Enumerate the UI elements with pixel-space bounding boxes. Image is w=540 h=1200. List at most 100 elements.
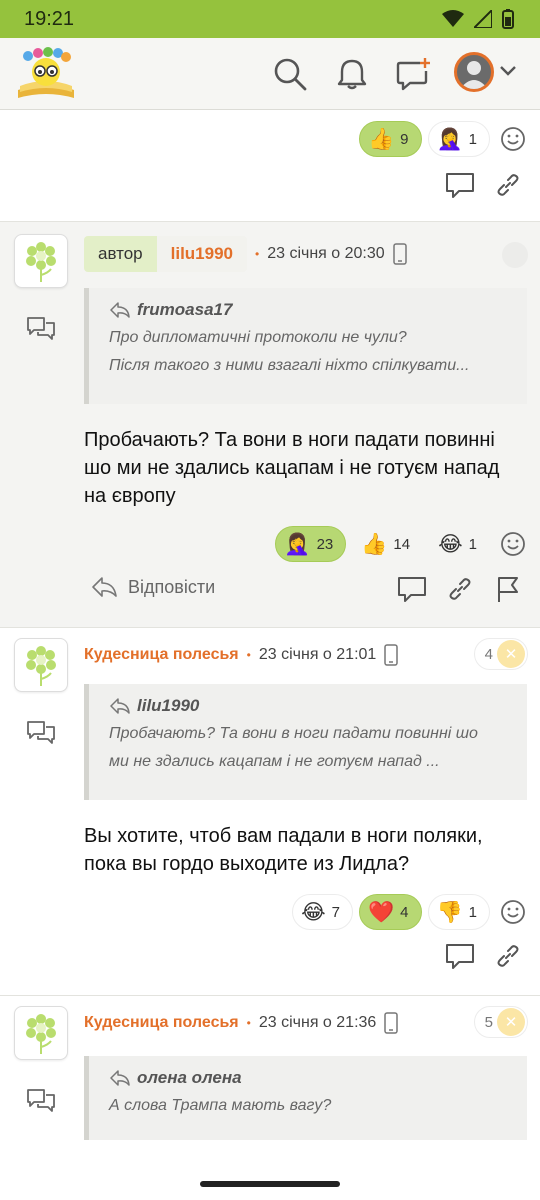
add-reaction-button[interactable] — [496, 527, 530, 561]
reaction-pill[interactable]: 😂 1 — [429, 526, 490, 562]
commenter-avatar[interactable] — [14, 1006, 68, 1060]
heart-icon: ❤️ — [368, 900, 395, 924]
status-bar: 19:21 — [0, 0, 540, 38]
reply-arrow-icon — [110, 302, 130, 318]
search-icon — [274, 58, 307, 91]
laughing-icon: 😂 — [438, 532, 463, 556]
comment-body: Вы хотите, чтоб вам падали в ноги поляки… — [84, 825, 483, 875]
comment-options[interactable] — [502, 242, 528, 268]
laughing-icon: 😂 — [301, 900, 326, 924]
username[interactable]: lilu1990 — [156, 236, 247, 272]
chat-bubbles-icon — [27, 317, 55, 340]
reaction-pill[interactable]: 🤦‍♀️ 23 — [275, 526, 347, 562]
quote-line: Про дипломатичні протоколи не чули? — [109, 329, 407, 346]
copy-link-button[interactable] — [492, 940, 524, 972]
quote-text: Про дипломатичні протоколи не чули? Післ… — [109, 324, 507, 380]
flower-icon — [26, 1014, 56, 1054]
reaction-count: 1 — [468, 130, 477, 148]
quote-username[interactable]: lilu1990 — [137, 696, 199, 716]
report-button[interactable] — [492, 573, 524, 605]
reaction-count: 4 — [400, 903, 409, 921]
comment-button[interactable] — [396, 573, 428, 605]
comment-body: Пробачають? Та вони в ноги падати повинн… — [84, 429, 500, 507]
reaction-pill[interactable]: ❤️ 4 — [359, 894, 422, 930]
facepalm-icon: 🤦‍♀️ — [436, 127, 463, 151]
comment: автор lilu1990 • 23 січня о 20:30 frumoa… — [0, 222, 540, 627]
battery-icon — [502, 9, 514, 29]
add-reaction-button[interactable] — [496, 122, 530, 156]
username[interactable]: Кудесница полесья — [84, 1014, 239, 1032]
thread-count-badge[interactable]: 5 ✕ — [473, 1006, 528, 1038]
reaction-count: 7 — [331, 903, 340, 921]
comment-date: 23 січня о 20:30 — [267, 245, 385, 262]
quote-line: Після такого з ними взагалі ніхто спілку… — [109, 357, 470, 374]
thread-count-badge[interactable]: 4 ✕ — [473, 638, 528, 670]
link-icon — [449, 578, 471, 600]
comment: Кудесница полесья • 23 січня о 21:36 5 ✕… — [0, 996, 540, 1200]
close-icon[interactable]: ✕ — [497, 640, 525, 668]
user-avatar-button[interactable] — [454, 52, 494, 92]
quote-block: frumoasa17 Про дипломатичні протоколи не… — [84, 288, 527, 404]
reply-button[interactable]: Відповісти — [90, 576, 215, 598]
comment-actions — [444, 940, 524, 972]
reply-thread-button[interactable] — [26, 1088, 56, 1119]
chevron-down-icon — [500, 66, 516, 76]
chat-bubbles-icon — [27, 1089, 55, 1112]
reply-thread-button[interactable] — [26, 316, 56, 347]
close-icon[interactable]: ✕ — [497, 1008, 525, 1036]
search-button[interactable] — [270, 54, 310, 94]
quote-line: Пробачають? Та вони в ноги падати повинн… — [109, 725, 478, 742]
flag-icon — [498, 577, 518, 602]
reaction-pill[interactable]: 😂 7 — [292, 894, 353, 930]
reaction-pill[interactable]: 👍 9 — [359, 121, 422, 157]
separator-dot: • — [255, 247, 260, 261]
quote-username[interactable]: олена олена — [137, 1068, 242, 1088]
reaction-bar: 😂 7 ❤️ 4 👎 1 — [292, 894, 530, 930]
reaction-pill[interactable]: 👍 14 — [352, 526, 423, 562]
reaction-pill[interactable]: 🤦‍♀️ 1 — [427, 121, 490, 157]
wifi-icon — [442, 10, 464, 27]
mobile-icon — [384, 644, 399, 666]
author-badge: автор — [84, 236, 157, 272]
comment-icon — [398, 577, 426, 602]
add-reaction-button[interactable] — [496, 895, 530, 929]
avatar — [460, 61, 488, 89]
reply-arrow-icon — [92, 577, 117, 597]
notifications-button[interactable] — [332, 54, 372, 94]
thumbs-up-icon: 👍 — [361, 532, 388, 556]
comment-button[interactable] — [444, 169, 476, 201]
reply-label: Відповісти — [128, 576, 216, 597]
quote-block: олена олена А слова Трампа мають вагу? — [84, 1056, 527, 1140]
quote-text: А слова Трампа мають вагу? — [109, 1092, 507, 1120]
new-post-button[interactable] — [394, 54, 434, 94]
site-logo[interactable] — [14, 46, 78, 102]
flower-icon — [26, 242, 56, 282]
comment-button[interactable] — [444, 940, 476, 972]
quote-text: Пробачають? Та вони в ноги падати повинн… — [109, 720, 507, 776]
separator-dot: • — [246, 648, 251, 662]
chat-bubbles-icon — [27, 721, 55, 744]
reply-thread-button[interactable] — [26, 720, 56, 751]
quote-username[interactable]: frumoasa17 — [137, 300, 232, 320]
commenter-avatar[interactable] — [14, 638, 68, 692]
new-post-icon — [396, 58, 430, 91]
account-menu-toggle[interactable] — [498, 60, 518, 85]
facepalm-icon: 🤦‍♀️ — [284, 532, 311, 556]
copy-link-button[interactable] — [444, 573, 476, 605]
home-indicator[interactable] — [200, 1181, 340, 1187]
comment-meta: Кудесница полесья • 23 січня о 21:01 — [84, 644, 399, 666]
reaction-pill[interactable]: 👎 1 — [427, 894, 490, 930]
quote-header: frumoasa17 — [109, 300, 507, 320]
thumbs-up-icon: 👍 — [368, 127, 395, 151]
reaction-count: 23 — [316, 535, 334, 553]
username[interactable]: Кудесница полесья — [84, 646, 239, 664]
reaction-bar: 👍 9 🤦‍♀️ 1 — [359, 121, 530, 157]
copy-link-button[interactable] — [492, 169, 524, 201]
comment-meta: Кудесница полесья • 23 січня о 21:36 — [84, 1012, 399, 1034]
smiley-icon — [501, 127, 525, 151]
comment-date: 23 січня о 21:36 — [258, 1014, 377, 1031]
link-icon — [497, 945, 519, 967]
bell-icon — [337, 59, 367, 90]
quote-line: ми не здались кацапам і не готуєм напад … — [109, 753, 440, 770]
commenter-avatar[interactable] — [14, 234, 68, 288]
